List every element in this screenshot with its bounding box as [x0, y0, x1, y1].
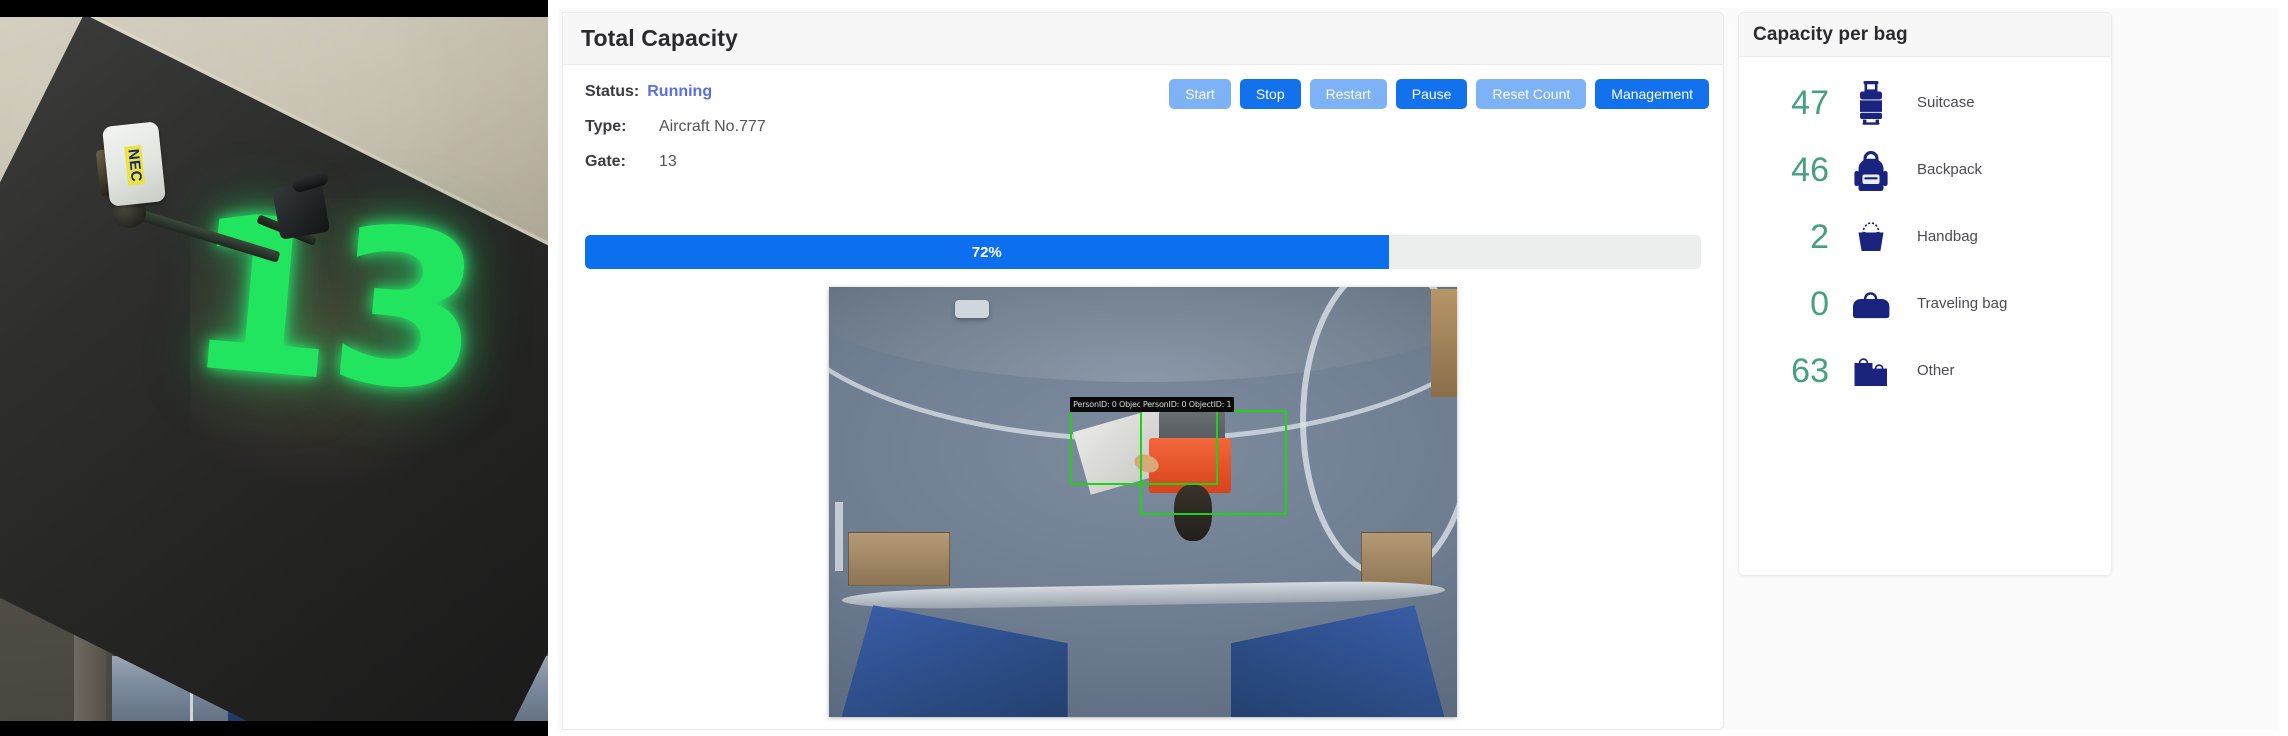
letterbox-bar-top — [0, 8, 548, 17]
gate-photo-inner: 13 NEC — [0, 8, 548, 730]
screen-root: 13 NEC Total Capacity Status: Running Ty… — [0, 0, 2288, 736]
suitcase-icon — [1843, 80, 1899, 126]
bag-count: 0 — [1810, 284, 1829, 323]
bag-count: 2 — [1810, 217, 1829, 256]
restart-button[interactable]: Restart — [1309, 79, 1387, 109]
detection-label: PersonID: 0 ObjectID: 1 — [1139, 396, 1235, 412]
type-value: Aircraft No.777 — [659, 118, 766, 135]
bag-name: Traveling bag — [1917, 295, 2008, 312]
capacity-per-bag-card: Capacity per bag 47 Suitcase 46 Backpack… — [1738, 12, 2112, 576]
app-window: Total Capacity Status: Running Type: Air… — [548, 0, 2288, 736]
letterbox-bar-bottom — [0, 721, 548, 730]
gate-photo: 13 NEC — [0, 0, 548, 736]
pause-button[interactable]: Pause — [1395, 79, 1468, 109]
camera-feed[interactable]: PersonID: 0 ObjectID: 0 PersonID: 0 Obje… — [829, 287, 1457, 717]
total-capacity-header: Total Capacity — [563, 13, 1723, 65]
gate-number-sign: 13 — [177, 165, 486, 442]
backpack-icon — [1843, 147, 1899, 193]
total-capacity-card: Total Capacity Status: Running Type: Air… — [562, 12, 1724, 730]
start-button[interactable]: Start — [1169, 79, 1231, 109]
feed-left-pillar — [835, 502, 844, 571]
type-label: Type: — [585, 118, 627, 135]
list-item: 2 Handbag — [1739, 203, 2111, 270]
feed-wood-panel — [1431, 289, 1457, 397]
gate-row: Gate: 13 — [585, 153, 1701, 171]
sensor-brand-text: NEC — [124, 144, 146, 186]
bag-count: 47 — [1791, 83, 1829, 122]
bag-name: Other — [1917, 362, 1955, 379]
gate-label: Gate: — [585, 153, 626, 170]
bag-list: 47 Suitcase 46 Backpack 2 Handbag 0 Trav… — [1739, 57, 2111, 575]
list-item: 0 Traveling bag — [1739, 270, 2111, 337]
sensor-brand-label: NEC — [109, 134, 161, 196]
capacity-per-bag-header: Capacity per bag — [1739, 13, 2111, 57]
gate-value: 13 — [659, 153, 677, 170]
bag-count: 63 — [1791, 351, 1829, 390]
capacity-per-bag-title: Capacity per bag — [1753, 23, 1908, 45]
app-frame: Total Capacity Status: Running Type: Air… — [558, 8, 2278, 730]
handbag-icon — [1843, 216, 1899, 258]
reset-count-button[interactable]: Reset Count — [1476, 79, 1587, 109]
bag-name: Handbag — [1917, 228, 1978, 245]
shopping-bags-icon — [1843, 350, 1899, 392]
total-capacity-body: Status: Running Type: Aircraft No.777 Ga… — [563, 65, 1723, 729]
management-button[interactable]: Management — [1595, 79, 1709, 109]
traveling-bag-icon — [1843, 284, 1899, 324]
type-row: Type: Aircraft No.777 — [585, 118, 1701, 136]
capacity-progress-bar: 72% — [585, 235, 1701, 269]
bag-name: Suitcase — [1917, 94, 1975, 111]
bag-count: 46 — [1791, 150, 1829, 189]
capacity-progress-fill: 72% — [585, 235, 1389, 269]
feed-cardboard-box-left — [847, 532, 951, 586]
detection-box: PersonID: 0 ObjectID: 1 — [1139, 396, 1288, 516]
bag-name: Backpack — [1917, 161, 1983, 178]
page-title: Total Capacity — [581, 25, 738, 51]
list-item: 47 Suitcase — [1739, 69, 2111, 136]
list-item: 63 Other — [1739, 337, 2111, 404]
control-button-row: Start Stop Restart Pause Reset Count Man… — [1169, 79, 1709, 109]
list-item: 46 Backpack — [1739, 136, 2111, 203]
status-value: Running — [647, 83, 713, 100]
feed-ceiling-lamp — [954, 299, 989, 318]
stop-button[interactable]: Stop — [1239, 79, 1301, 109]
status-label: Status: — [585, 83, 640, 100]
